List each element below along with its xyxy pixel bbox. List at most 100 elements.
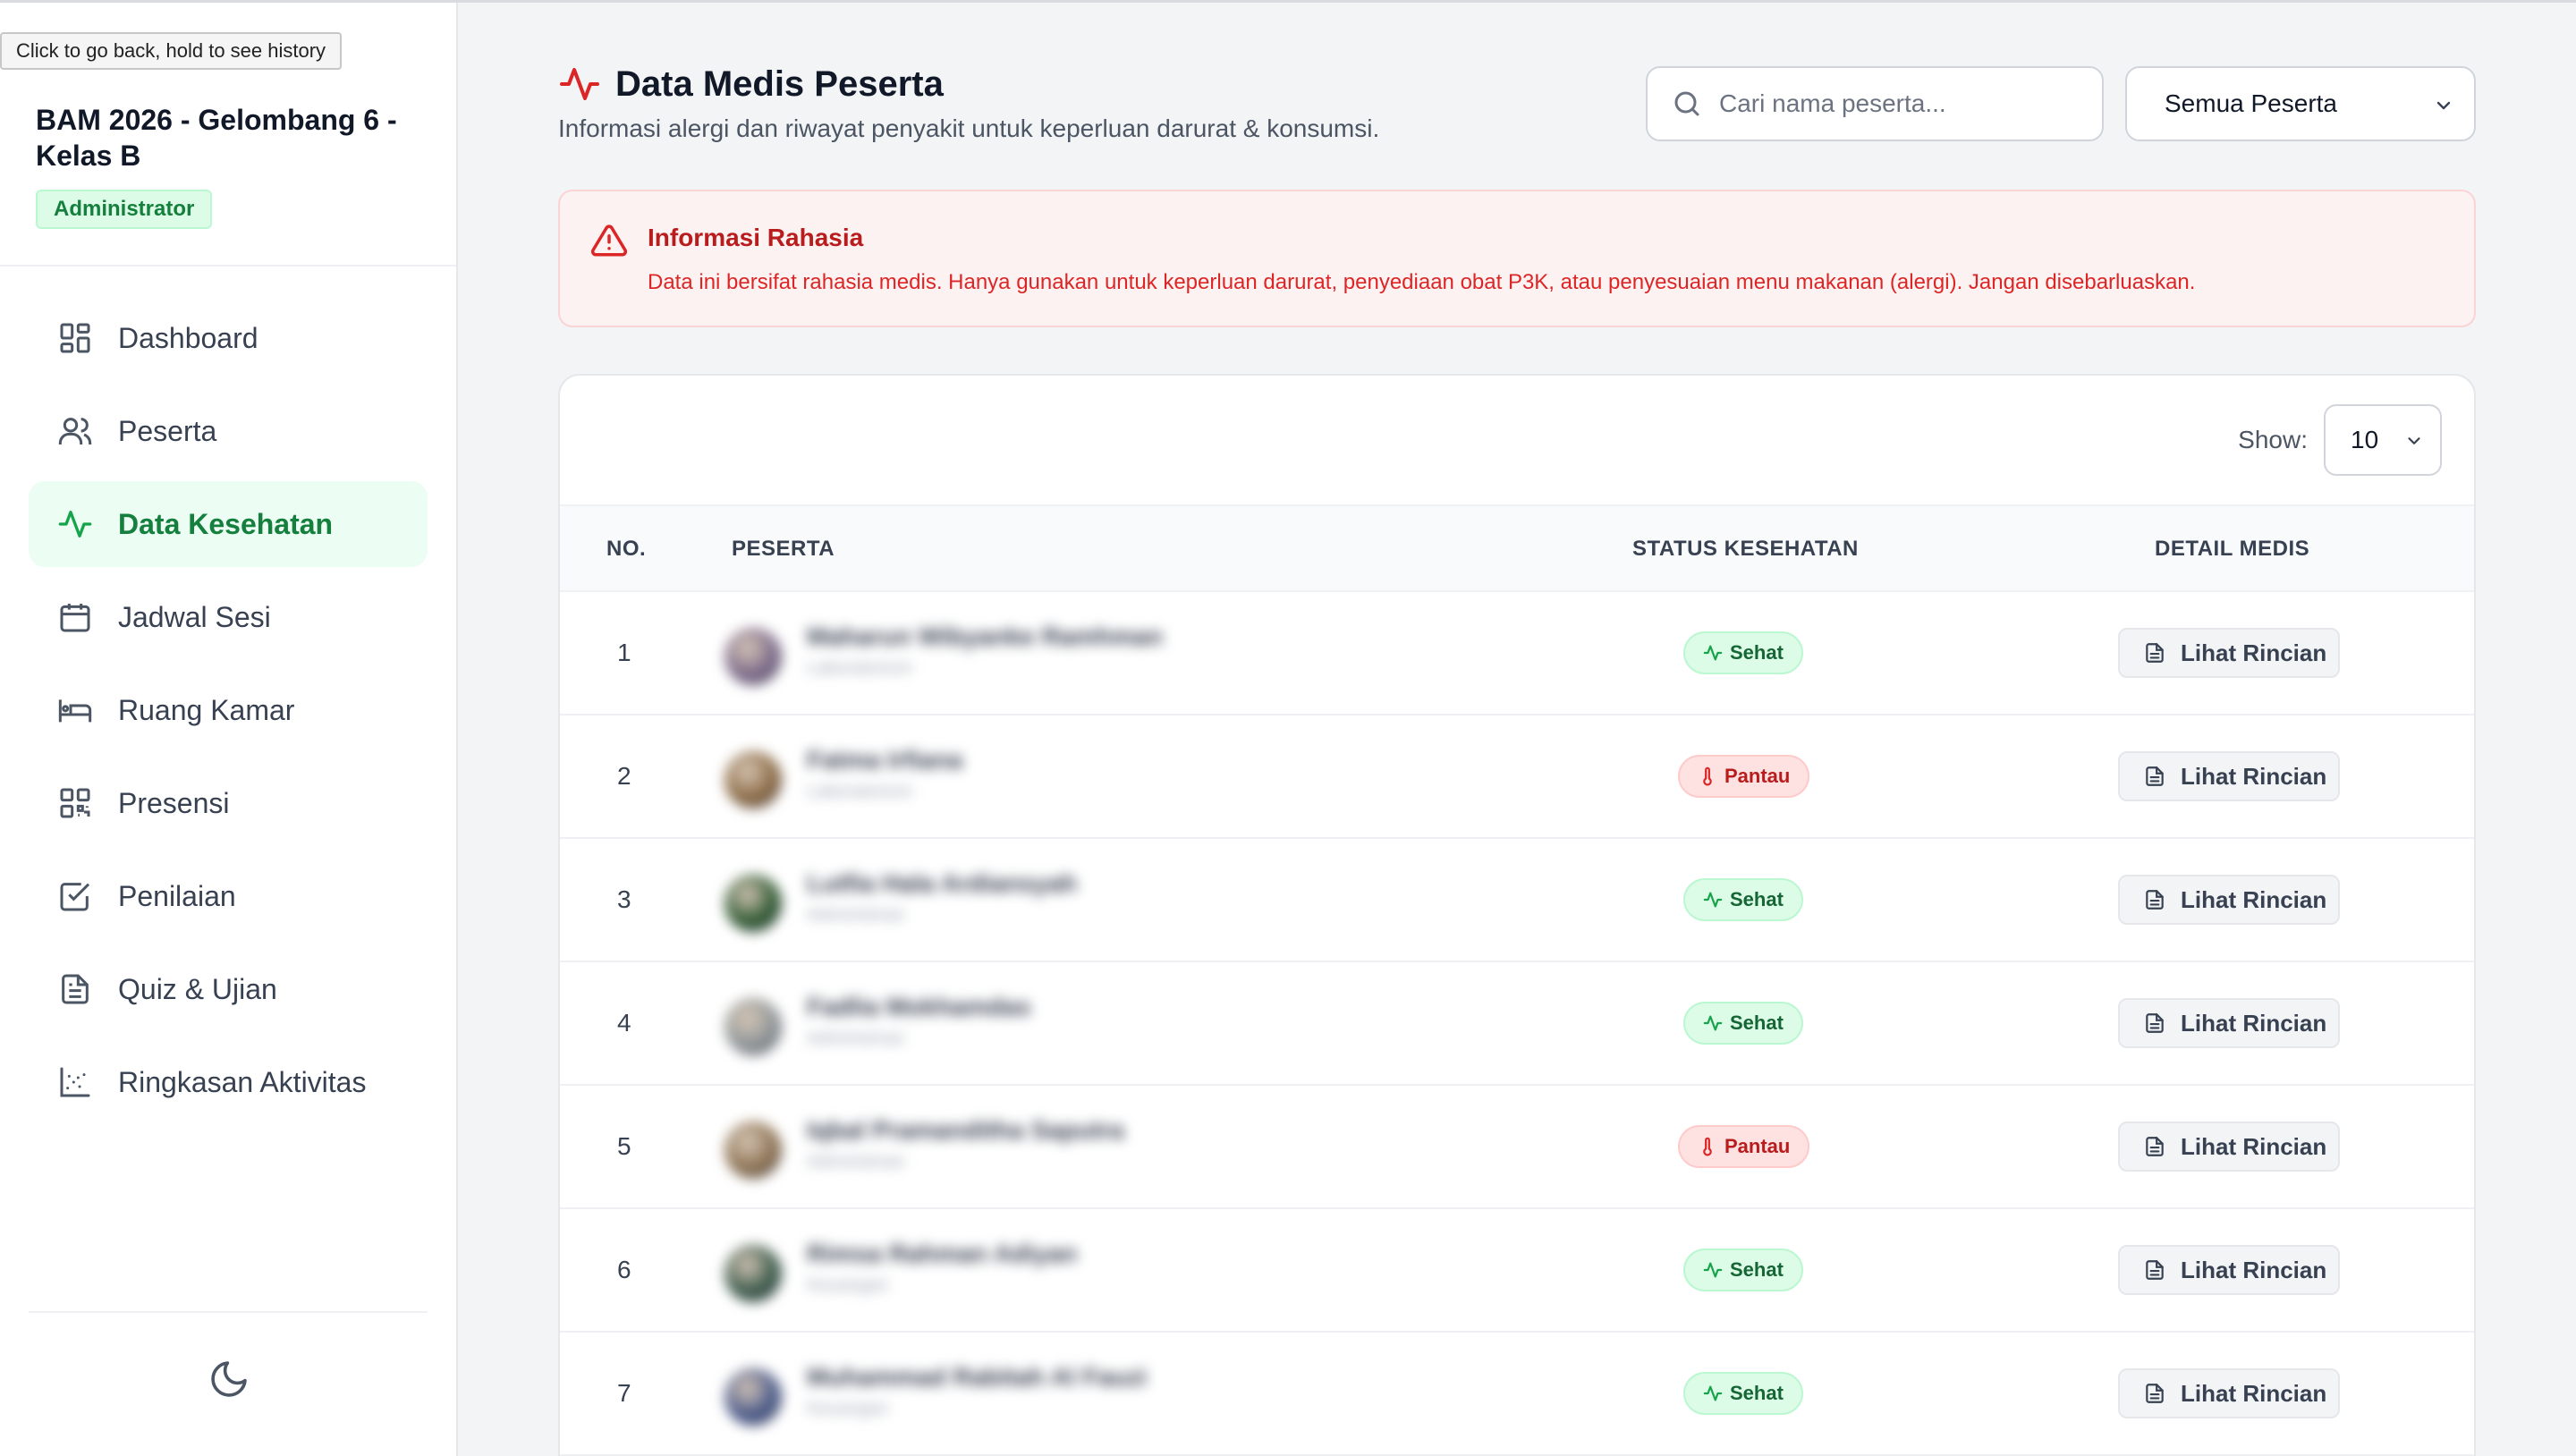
participant-cell: Muhammad Rabitah Al Fauzi Keuangan: [724, 1356, 1243, 1433]
status-badge: Sehat: [1683, 878, 1803, 921]
status-label: Pantau: [1724, 765, 1791, 787]
participant-name: Fatma Irfiana: [807, 746, 963, 774]
participant-unit: Administrasi: [807, 1029, 904, 1048]
status-label: Sehat: [1730, 1012, 1784, 1034]
participant-unit: Administrasi: [807, 1152, 904, 1172]
confidential-alert: Informasi Rahasia Data ini bersifat raha…: [558, 190, 2476, 327]
status-badge: Sehat: [1683, 1372, 1803, 1415]
sidebar-item-label: Dashboard: [118, 321, 258, 354]
file-text-icon: [2146, 1384, 2164, 1403]
participant-cell: Rimsa Rahman Adiyan Keuangan: [724, 1232, 1243, 1309]
filter-value: Semua Peserta: [2165, 89, 2337, 117]
moon-icon[interactable]: [208, 1358, 250, 1401]
sidebar-item-jadwal-sesi[interactable]: Jadwal Sesi: [29, 574, 428, 660]
participant-cell: Iqbal Pramanditha Saputra Administrasi: [724, 1109, 1243, 1186]
thermometer-icon: [1703, 1137, 1712, 1156]
search-box[interactable]: [1646, 66, 2104, 141]
view-detail-label: Lihat Rincian: [2181, 762, 2327, 790]
table-row: 1 Maharun Wibyanke Ramhman Laboratorium Seh…: [560, 592, 2474, 715]
sidebar-item-penilaian[interactable]: Penilaian: [29, 853, 428, 939]
view-detail-button[interactable]: Lihat Rincian: [2118, 628, 2340, 678]
view-detail-button[interactable]: Lihat Rincian: [2118, 751, 2340, 801]
table-body: 1 Maharun Wibyanke Ramhman Laboratorium Seh…: [560, 592, 2474, 1456]
sidebar-item-ruang-kamar[interactable]: Ruang Kamar: [29, 667, 428, 753]
participant-unit: Keuangan: [807, 1275, 889, 1295]
sidebar-item-label: Presensi: [118, 786, 230, 819]
column-header-peserta: PESERTA: [732, 537, 835, 561]
avatar: [724, 628, 782, 685]
view-detail-label: Lihat Rincian: [2181, 639, 2327, 666]
status-badge: Sehat: [1683, 1002, 1803, 1045]
participant-filter-select[interactable]: Semua Peserta: [2125, 66, 2476, 141]
sidebar-item-dashboard[interactable]: Dashboard: [29, 295, 428, 381]
table-row: 2 Fatma Irfiana Laboratorium Pantau Lihat Ri…: [560, 715, 2474, 839]
view-detail-label: Lihat Rincian: [2181, 1256, 2327, 1283]
participant-cell: Lutfia Hala Ardiansyah Administrasi: [724, 862, 1243, 939]
activity-icon: [1703, 1262, 1723, 1278]
table-row: 3 Lutfia Hala Ardiansyah Administrasi Sehat…: [560, 839, 2474, 962]
avatar: [724, 998, 782, 1055]
thermometer-icon: [1703, 766, 1712, 786]
alert-title: Informasi Rahasia: [648, 224, 864, 251]
file-text-icon: [2146, 1137, 2164, 1156]
view-detail-button[interactable]: Lihat Rincian: [2118, 1122, 2340, 1172]
check-square-icon: [60, 883, 90, 911]
file-text-icon: [2146, 1260, 2164, 1280]
activity-icon: [58, 511, 92, 538]
page-size-select[interactable]: 10: [2324, 404, 2442, 476]
view-detail-button[interactable]: Lihat Rincian: [2118, 1245, 2340, 1295]
sidebar-item-ringkasan-aktivitas[interactable]: Ringkasan Aktivitas: [29, 1039, 428, 1125]
participant-name: Lutfia Hala Ardiansyah: [807, 869, 1078, 897]
table-row: 4 Fadlia Mokhamdas Administrasi Sehat Lihat …: [560, 962, 2474, 1086]
sidebar-item-label: Data Kesehatan: [118, 507, 334, 540]
activity-icon: [560, 68, 599, 100]
sidebar-item-data-kesehatan[interactable]: Data Kesehatan: [29, 481, 428, 567]
sidebar-item-peserta[interactable]: Peserta: [29, 388, 428, 474]
status-label: Sehat: [1730, 1382, 1784, 1404]
status-badge: Pantau: [1678, 1125, 1810, 1168]
view-detail-label: Lihat Rincian: [2181, 1379, 2327, 1407]
view-detail-label: Lihat Rincian: [2181, 1009, 2327, 1037]
file-text-icon: [2146, 890, 2164, 910]
row-number: 4: [617, 1009, 631, 1037]
table-header: NO. PESERTA STATUS KESEHATAN DETAIL MEDI…: [560, 504, 2474, 592]
status-label: Sehat: [1730, 1258, 1784, 1281]
sidebar-item-quiz-ujian[interactable]: Quiz & Ujian: [29, 946, 428, 1032]
activity-icon: [1703, 645, 1723, 661]
row-number: 7: [617, 1379, 631, 1407]
status-badge: Pantau: [1678, 755, 1810, 798]
row-number: 6: [617, 1256, 631, 1283]
activity-icon: [1703, 892, 1723, 908]
participant-name: Rimsa Rahman Adiyan: [807, 1240, 1078, 1267]
alert-text: Data ini bersifat rahasia medis. Hanya g…: [648, 270, 2196, 294]
qr-code-icon: [60, 788, 90, 818]
activity-icon: [1703, 1385, 1723, 1401]
activity-icon: [1703, 1015, 1723, 1031]
table-row: 7 Muhammad Rabitah Al Fauzi Keuangan Sehat L…: [560, 1333, 2474, 1456]
view-detail-button[interactable]: Lihat Rincian: [2118, 875, 2340, 925]
column-header-detail: DETAIL MEDIS: [2155, 537, 2310, 561]
row-number: 3: [617, 885, 631, 913]
sidebar-item-label: Jadwal Sesi: [118, 600, 271, 633]
view-detail-button[interactable]: Lihat Rincian: [2118, 998, 2340, 1048]
view-detail-button[interactable]: Lihat Rincian: [2118, 1368, 2340, 1418]
sidebar-item-label: Peserta: [118, 414, 217, 447]
participant-unit: Administrasi: [807, 905, 904, 925]
sidebar-divider: [0, 265, 456, 267]
participant-cell: Fatma Irfiana Laboratorium: [724, 739, 1243, 816]
view-detail-label: Lihat Rincian: [2181, 1132, 2327, 1160]
back-button-tooltip: Click to go back, hold to see history: [0, 32, 343, 70]
participant-unit: Laboratorium: [807, 782, 912, 801]
sidebar-item-presensi[interactable]: Presensi: [29, 760, 428, 846]
avatar: [724, 875, 782, 932]
medical-table-card: Show: 10 NO. PESERTA STATUS KESEHATAN DE…: [558, 374, 2476, 1456]
avatar: [724, 1368, 782, 1426]
row-number: 2: [617, 762, 631, 790]
page-title-text: Data Medis Peserta: [615, 63, 944, 104]
participant-name: Iqbal Pramanditha Saputra: [807, 1116, 1124, 1144]
search-input[interactable]: [1719, 89, 2077, 118]
table-row: 5 Iqbal Pramanditha Saputra Administrasi Pa…: [560, 1086, 2474, 1209]
chevron-down-icon: [2436, 101, 2451, 110]
page-subtitle: Informasi alergi dan riwayat penyakit un…: [558, 114, 1380, 142]
column-header-status: STATUS KESEHATAN: [1632, 537, 1859, 561]
